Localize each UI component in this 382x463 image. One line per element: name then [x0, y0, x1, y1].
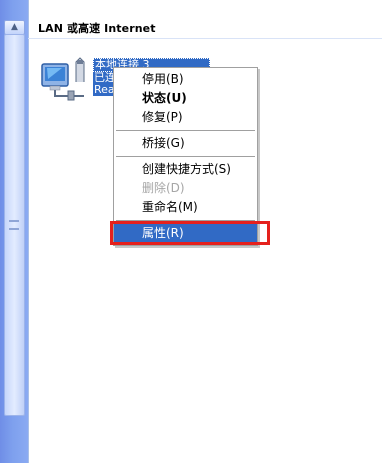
menu-item-disable[interactable]: 停用(B)	[114, 70, 257, 89]
menu-item-repair[interactable]: 修复(P)	[114, 108, 257, 127]
menu-item-bridge[interactable]: 桥接(G)	[114, 134, 257, 153]
menu-separator	[116, 156, 255, 157]
network-connections-window: ▲ LAN 或高速 Internet 本地连接 3 已连接 Realt 停用(B…	[0, 0, 382, 463]
menu-item-delete: 删除(D)	[142, 181, 185, 195]
menu-item-rename[interactable]: 重命名(M)	[114, 198, 257, 217]
group-header: LAN 或高速 Internet	[38, 22, 156, 35]
network-connection-icon[interactable]	[40, 56, 90, 102]
menu-separator	[116, 130, 255, 131]
monitor-icon	[41, 63, 69, 91]
scroll-grip-icon	[9, 220, 19, 230]
highlight-annotation-box	[110, 221, 270, 245]
left-scroll-strip: ▲	[0, 0, 29, 463]
context-menu: 停用(B) 状态(U) 修复(P) 桥接(G) 创建快捷方式(S) 删除(D) …	[113, 67, 258, 246]
scroll-up-arrow-icon[interactable]: ▲	[4, 20, 25, 35]
menu-item-create-shortcut[interactable]: 创建快捷方式(S)	[114, 160, 257, 179]
menu-item-status[interactable]: 状态(U)	[114, 89, 257, 108]
group-header-divider	[28, 38, 382, 39]
